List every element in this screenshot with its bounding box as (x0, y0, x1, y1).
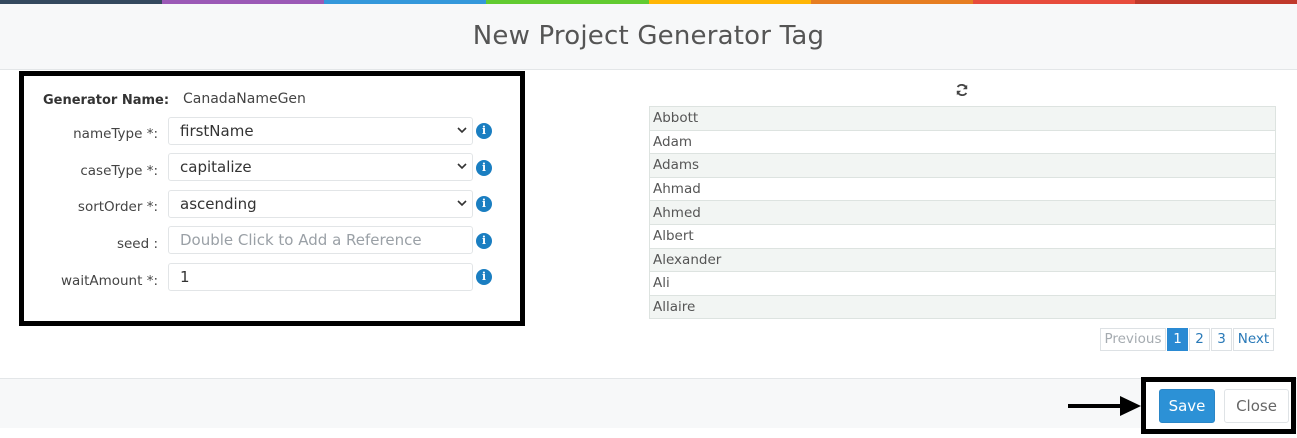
close-button[interactable]: Close (1224, 389, 1289, 423)
refresh-icon[interactable] (955, 83, 969, 97)
sort-order-value: ascending (180, 195, 257, 213)
sort-order-select[interactable]: ascending (168, 190, 473, 218)
sort-order-label: sortOrder *: (77, 199, 158, 215)
table-row: Ahmad (649, 176, 1276, 202)
name-type-value: firstName (180, 122, 254, 140)
footer-button-group: Save Close (1141, 377, 1296, 434)
info-icon[interactable]: i (476, 269, 492, 285)
name-cell: Allaire (649, 294, 1276, 320)
name-type-select[interactable]: firstName (168, 117, 473, 145)
info-icon[interactable]: i (476, 196, 492, 212)
generator-name-label: Generator Name: (43, 93, 170, 108)
chevron-down-icon (457, 200, 467, 207)
name-cell: Abbott (649, 106, 1276, 131)
table-row: Abbott (649, 106, 1276, 131)
modal-title: New Project Generator Tag (472, 21, 825, 51)
case-type-select[interactable]: capitalize (168, 153, 473, 181)
table-row: Ali (649, 271, 1276, 296)
name-cell: Adams (649, 153, 1276, 178)
generator-name-value: CanadaNameGen (183, 91, 306, 107)
wait-amount-label: waitAmount *: (61, 273, 158, 289)
name-cell: Alexander (649, 247, 1276, 273)
modal-header: New Project Generator Tag (0, 4, 1297, 70)
table-row: Adams (649, 153, 1276, 178)
name-cell: Ali (649, 271, 1276, 296)
pagination-next[interactable]: Next (1233, 328, 1274, 351)
pagination-page-2[interactable]: 2 (1189, 328, 1210, 351)
name-cell: Ahmad (649, 176, 1276, 202)
generator-form: Generator Name: CanadaNameGen nameType *… (19, 71, 525, 326)
annotation-arrow-icon (1068, 396, 1141, 416)
pagination-previous[interactable]: Previous (1100, 328, 1166, 351)
wait-amount-value: 1 (180, 268, 190, 286)
name-cell: Ahmed (649, 200, 1276, 225)
table-row: Ahmed (649, 200, 1276, 225)
case-type-value: capitalize (180, 158, 252, 176)
pagination-page-3[interactable]: 3 (1211, 328, 1232, 351)
pagination-page-1[interactable]: 1 (1167, 328, 1188, 351)
table-row: Alexander (649, 247, 1276, 273)
seed-label: seed : (116, 236, 158, 252)
name-cell: Albert (649, 223, 1276, 249)
seed-input[interactable]: Double Click to Add a Reference (168, 226, 473, 254)
name-type-label: nameType *: (73, 126, 158, 142)
chevron-down-icon (457, 163, 467, 170)
seed-placeholder: Double Click to Add a Reference (180, 231, 422, 249)
info-icon[interactable]: i (476, 123, 492, 139)
table-row: Adam (649, 129, 1276, 155)
chevron-down-icon (457, 127, 467, 134)
case-type-label: caseType *: (80, 163, 158, 179)
save-button[interactable]: Save (1159, 389, 1215, 423)
wait-amount-input[interactable]: 1 (168, 263, 473, 291)
preview-table: Abbott Adam Adams Ahmad Ahmed Albert Ale… (649, 106, 1276, 320)
info-icon[interactable]: i (476, 233, 492, 249)
table-row: Allaire (649, 294, 1276, 320)
table-row: Albert (649, 223, 1276, 249)
info-icon[interactable]: i (476, 160, 492, 176)
name-cell: Adam (649, 129, 1276, 155)
